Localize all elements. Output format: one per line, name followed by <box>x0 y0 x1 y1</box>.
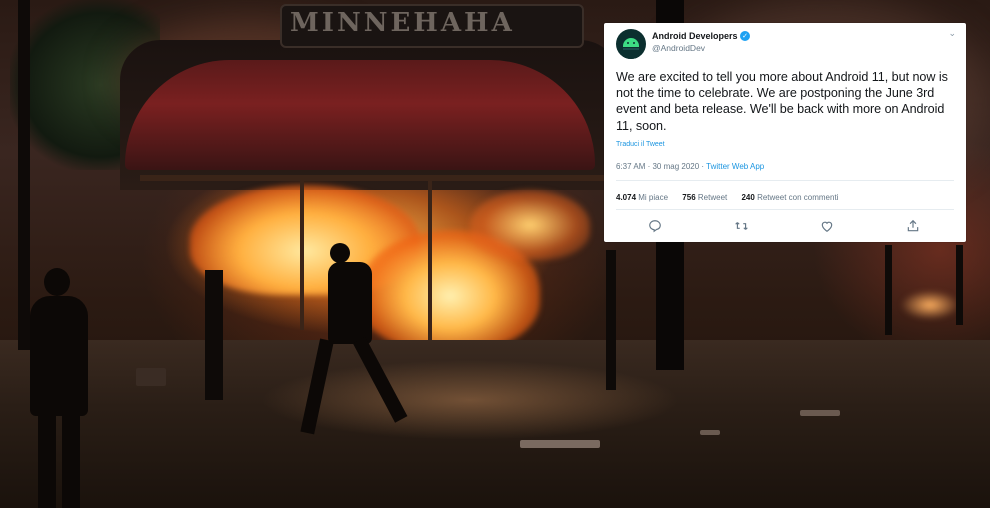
foreground-person-leg <box>38 410 56 508</box>
tweet-actions <box>604 219 966 235</box>
fire-glow <box>470 190 590 260</box>
quotes-count: 240 <box>741 193 755 202</box>
debris <box>700 430 720 435</box>
tweet-timestamp[interactable]: 6:37 AM · 30 mag 2020 <box>616 162 699 171</box>
likes-count: 4.074 <box>616 193 637 202</box>
translate-tweet-link[interactable]: Traduci il Tweet <box>616 141 665 148</box>
share-icon[interactable] <box>905 219 921 235</box>
storefront-frame <box>428 180 432 340</box>
fire-glow <box>900 290 960 320</box>
likes-label: Mi piace <box>638 193 669 202</box>
divider <box>616 180 954 181</box>
foreground-person-head <box>44 268 70 296</box>
foreground-person-body <box>30 296 88 416</box>
debris <box>136 368 166 386</box>
walking-person-head <box>330 243 350 263</box>
debris <box>800 410 840 416</box>
retweets-label: Retweet <box>697 193 728 202</box>
building-awning <box>125 60 595 170</box>
retweet-icon[interactable] <box>733 219 749 235</box>
walking-person-body <box>328 262 372 344</box>
author-avatar[interactable] <box>616 29 646 59</box>
tweet-card: Android Developers ✓ @AndroidDev ⌄ We ar… <box>604 23 966 242</box>
robot-eye <box>627 42 629 44</box>
divider <box>616 209 954 210</box>
author-name[interactable]: Android Developers <box>652 31 738 41</box>
robot-eye <box>633 42 635 44</box>
retweets-count: 756 <box>682 193 696 202</box>
tweet-text: We are excited to tell you more about An… <box>616 70 948 133</box>
debris <box>520 440 600 448</box>
author-handle[interactable]: @AndroidDev <box>652 43 705 53</box>
street-pole <box>606 250 616 390</box>
chevron-down-icon[interactable]: ⌄ <box>948 29 956 39</box>
tweet-stats: 4.074 Mi piace 756 Retweet 240 Retweet c… <box>616 193 850 202</box>
storefront-frame <box>140 175 610 181</box>
street-pole <box>885 245 892 335</box>
reply-icon[interactable] <box>647 219 663 235</box>
quotes-stat[interactable]: 240 Retweet con commenti <box>741 193 838 202</box>
foreground-person-leg <box>62 410 80 508</box>
verified-badge-icon: ✓ <box>740 31 750 41</box>
street-pole <box>18 0 30 350</box>
parking-meter <box>205 270 223 400</box>
heart-icon[interactable] <box>819 219 835 235</box>
android-robot-icon <box>623 38 639 47</box>
street-pole <box>956 245 963 325</box>
storefront-frame <box>300 180 304 330</box>
quotes-label: Retweet con commenti <box>757 193 839 202</box>
retweets-stat[interactable]: 756 Retweet <box>682 193 727 202</box>
building-sign-text: MINNEHAHA <box>290 8 515 38</box>
tweet-meta: 6:37 AM · 30 mag 2020 · Twitter Web App <box>616 162 764 171</box>
tweet-source-app[interactable]: Twitter Web App <box>706 162 764 171</box>
robot-body <box>623 48 639 59</box>
likes-stat[interactable]: 4.074 Mi piace <box>616 193 668 202</box>
